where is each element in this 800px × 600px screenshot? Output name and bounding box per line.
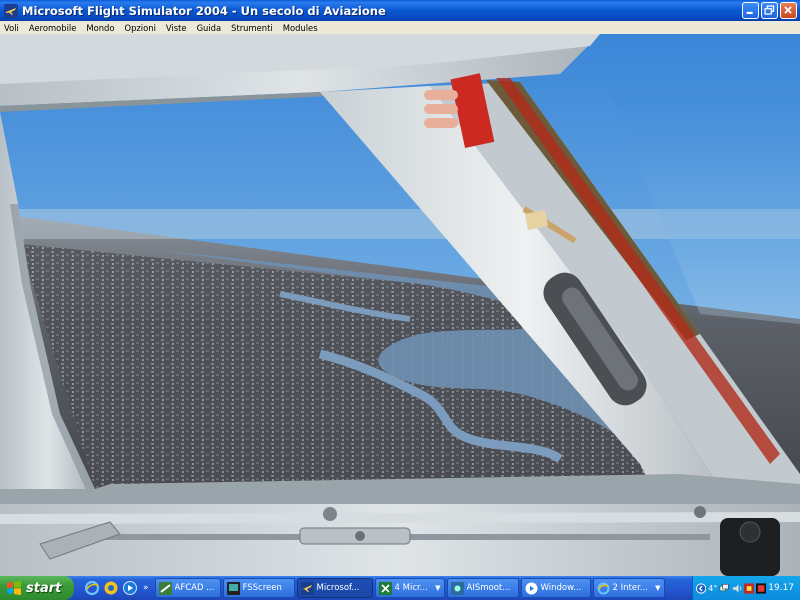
menu-opzioni[interactable]: Opzioni [120,23,161,33]
outlook-icon[interactable] [103,580,119,596]
fs-plane-icon [4,3,18,18]
task-label: Window... [540,583,582,593]
fs-plane-icon [300,581,314,595]
restore-icon [764,5,775,15]
ie-icon [597,582,610,594]
close-button[interactable] [780,2,797,19]
media-player-icon[interactable] [122,580,138,596]
excel-icon [378,581,392,595]
title-bar: Microsoft Flight Simulator 2004 - Un sec… [0,0,800,21]
start-button[interactable]: start [0,576,74,600]
system-tray: 4° 19.17 [692,576,800,600]
group-arrow-icon: ▼ [655,584,661,592]
menu-bar: Voli Aeromobile Mondo Opzioni Viste Guid… [0,21,800,34]
quick-launch: » [84,580,153,596]
task-windows-media[interactable]: Window... [520,578,591,598]
windows-flag-icon [7,581,21,595]
afcad-icon [158,581,172,595]
task-label: AFCAD ... [174,583,215,593]
menu-guida[interactable]: Guida [192,23,227,33]
task-excel-group[interactable]: 4 Micr... ▼ [374,578,445,598]
app-tray-icon[interactable] [743,582,755,594]
task-label: 2 Inter... [612,583,648,593]
menu-strumenti[interactable]: Strumenti [226,23,278,33]
task-label: 4 Micr... [394,583,428,593]
simulator-viewport[interactable] [0,34,800,576]
menu-viste[interactable]: Viste [161,23,192,33]
task-afcad[interactable]: AFCAD ... [154,578,221,598]
window-title: Microsoft Flight Simulator 2004 - Un sec… [22,3,386,18]
task-label: FSScreen [242,583,282,593]
aismooth-icon [450,581,464,595]
security-tray-icon[interactable] [756,582,767,594]
clock[interactable]: 19.17 [768,583,794,593]
menu-voli[interactable]: Voli [0,23,24,33]
network-icon[interactable] [719,583,729,594]
taskbar: start » AFCAD ... FSScreen Microsof... 4… [0,576,800,600]
task-aismooth[interactable]: AISmoot... [446,578,519,598]
media-icon [525,582,538,594]
start-label: start [26,580,62,596]
volume-icon[interactable] [732,583,742,594]
minimize-button[interactable] [742,2,759,19]
menu-aeromobile[interactable]: Aeromobile [24,23,82,33]
maximize-button[interactable] [761,2,778,19]
ie-icon[interactable] [84,580,100,596]
menu-mondo[interactable]: Mondo [81,23,119,33]
task-internet-explorer-group[interactable]: 2 Inter... ▼ [592,578,665,598]
task-fsscreen[interactable]: FSScreen [222,578,295,598]
cockpit-scene [0,34,800,576]
quicklaunch-more-button[interactable]: » [143,583,149,593]
task-flight-simulator[interactable]: Microsof... [296,578,373,598]
task-label: AISmoot... [466,583,511,593]
menu-modules[interactable]: Modules [278,23,323,33]
temperature-indicator[interactable]: 4° [708,584,717,593]
fsscreen-icon [226,581,240,595]
close-icon [784,6,792,14]
group-arrow-icon: ▼ [435,584,441,592]
tray-expand-icon[interactable] [696,582,707,594]
minimize-icon [746,11,753,15]
task-label: Microsof... [316,583,360,593]
